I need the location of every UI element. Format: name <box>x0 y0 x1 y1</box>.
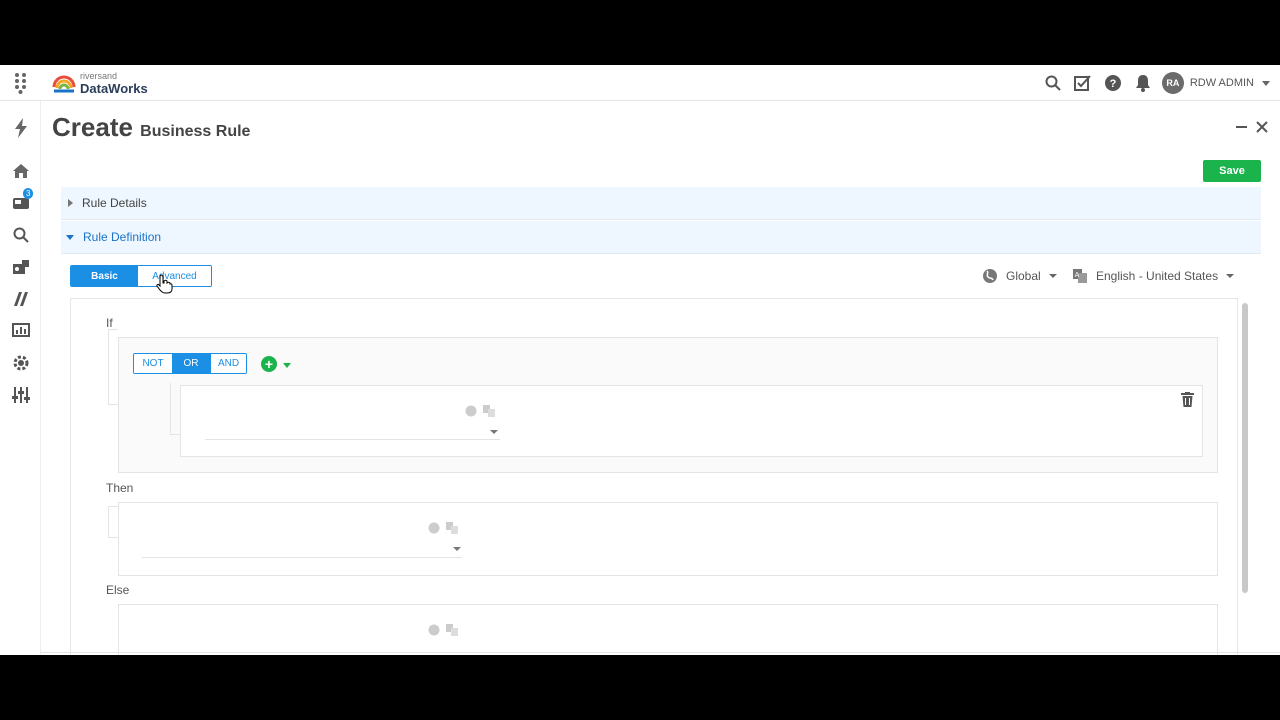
apps-grid-icon[interactable] <box>13 72 29 94</box>
locale-selector[interactable]: A English - United States <box>1072 266 1235 286</box>
chevron-down-icon <box>1048 274 1057 278</box>
chevron-down-icon[interactable] <box>453 547 461 551</box>
then-field[interactable] <box>142 557 462 558</box>
settings-icon[interactable] <box>10 352 32 374</box>
and-operator-button[interactable]: AND <box>210 354 246 373</box>
translate-icon <box>483 405 495 417</box>
model-icon[interactable] <box>10 288 32 310</box>
scope-selector[interactable]: Global <box>982 266 1057 286</box>
section-label: Rule Definition <box>83 230 162 244</box>
globe-icon <box>983 269 997 283</box>
then-action-box <box>118 502 1218 576</box>
not-operator-button[interactable]: NOT <box>134 354 172 373</box>
chevron-down-icon[interactable] <box>1262 80 1270 86</box>
dashboard-icon[interactable] <box>10 320 32 342</box>
search-icon[interactable] <box>1038 65 1068 101</box>
translate-icon <box>446 522 458 534</box>
or-operator-button[interactable]: OR <box>172 354 210 373</box>
save-button[interactable]: Save <box>1203 160 1261 182</box>
user-name[interactable]: RDW ADMIN <box>1190 77 1254 89</box>
globe-icon <box>465 405 477 417</box>
title-sub: Business Rule <box>140 123 251 140</box>
mode-toggle: Basic Advanced <box>70 265 212 287</box>
rainbow-logo-icon <box>52 75 76 93</box>
sidebar: 3 <box>0 101 41 655</box>
if-bracket <box>108 329 118 405</box>
else-field-icons <box>428 624 459 636</box>
avatar[interactable]: RA <box>1161 72 1184 94</box>
close-icon[interactable] <box>1256 120 1268 136</box>
tools-icon[interactable] <box>10 384 32 406</box>
entities-icon[interactable]: 3 <box>10 188 34 214</box>
minimize-icon[interactable] <box>1236 120 1248 136</box>
add-condition-button[interactable]: + <box>261 356 277 372</box>
section-label: Rule Details <box>82 196 147 210</box>
chevron-right-icon <box>68 199 73 207</box>
chevron-down-icon[interactable] <box>490 430 498 434</box>
else-action-box <box>118 604 1218 655</box>
top-bar: riversand DataWorks ? RA RDW ADMIN <box>0 65 1280 101</box>
globe-icon <box>428 522 440 534</box>
import-icon[interactable] <box>10 256 32 278</box>
divider <box>41 652 1280 653</box>
search-icon[interactable] <box>10 224 32 246</box>
page-title: Create Business Rule <box>52 112 250 143</box>
svg-text:A: A <box>1075 272 1080 279</box>
app-window: riversand DataWorks ? RA RDW ADMIN 3 Cre… <box>0 65 1280 655</box>
translate-icon: A <box>1073 269 1087 283</box>
home-icon[interactable] <box>10 160 32 182</box>
globe-icon <box>428 624 440 636</box>
hand-cursor-icon <box>156 274 173 294</box>
svg-text:?: ? <box>1109 78 1116 90</box>
chevron-down-icon <box>1226 274 1235 278</box>
chevron-down-icon[interactable] <box>283 363 291 368</box>
basic-mode-button[interactable]: Basic <box>71 266 138 286</box>
then-bracket <box>108 506 118 538</box>
condition-field[interactable] <box>205 439 500 440</box>
section-rule-details[interactable]: Rule Details <box>61 187 1261 220</box>
condition-row <box>180 385 1203 457</box>
condition-connector <box>170 383 180 435</box>
title-main: Create <box>52 112 133 142</box>
brand-logo[interactable]: riversand DataWorks <box>52 70 148 96</box>
tasks-icon[interactable] <box>1068 65 1098 101</box>
vertical-scrollbar[interactable] <box>1242 303 1248 593</box>
notification-badge: 3 <box>23 188 34 199</box>
section-rule-definition[interactable]: Rule Definition <box>61 221 1261 254</box>
brand-small: riversand <box>80 70 118 81</box>
bell-icon[interactable] <box>1128 65 1158 101</box>
brand-name: DataWorks <box>80 80 148 96</box>
then-field-icons <box>428 522 459 534</box>
locale-value: English - United States <box>1096 269 1219 283</box>
scope-value: Global <box>1006 269 1041 283</box>
operator-group: NOT OR AND <box>133 353 247 374</box>
then-label: Then <box>106 481 134 495</box>
help-icon[interactable]: ? <box>1098 65 1128 101</box>
lightning-icon[interactable] <box>10 117 32 139</box>
else-label: Else <box>106 583 130 597</box>
translate-icon <box>446 624 458 636</box>
condition-field-icons <box>465 405 496 417</box>
if-label: If <box>106 316 113 330</box>
trash-icon[interactable] <box>1181 392 1194 412</box>
advanced-mode-button[interactable]: Advanced <box>138 266 211 286</box>
chevron-down-icon <box>66 234 74 240</box>
